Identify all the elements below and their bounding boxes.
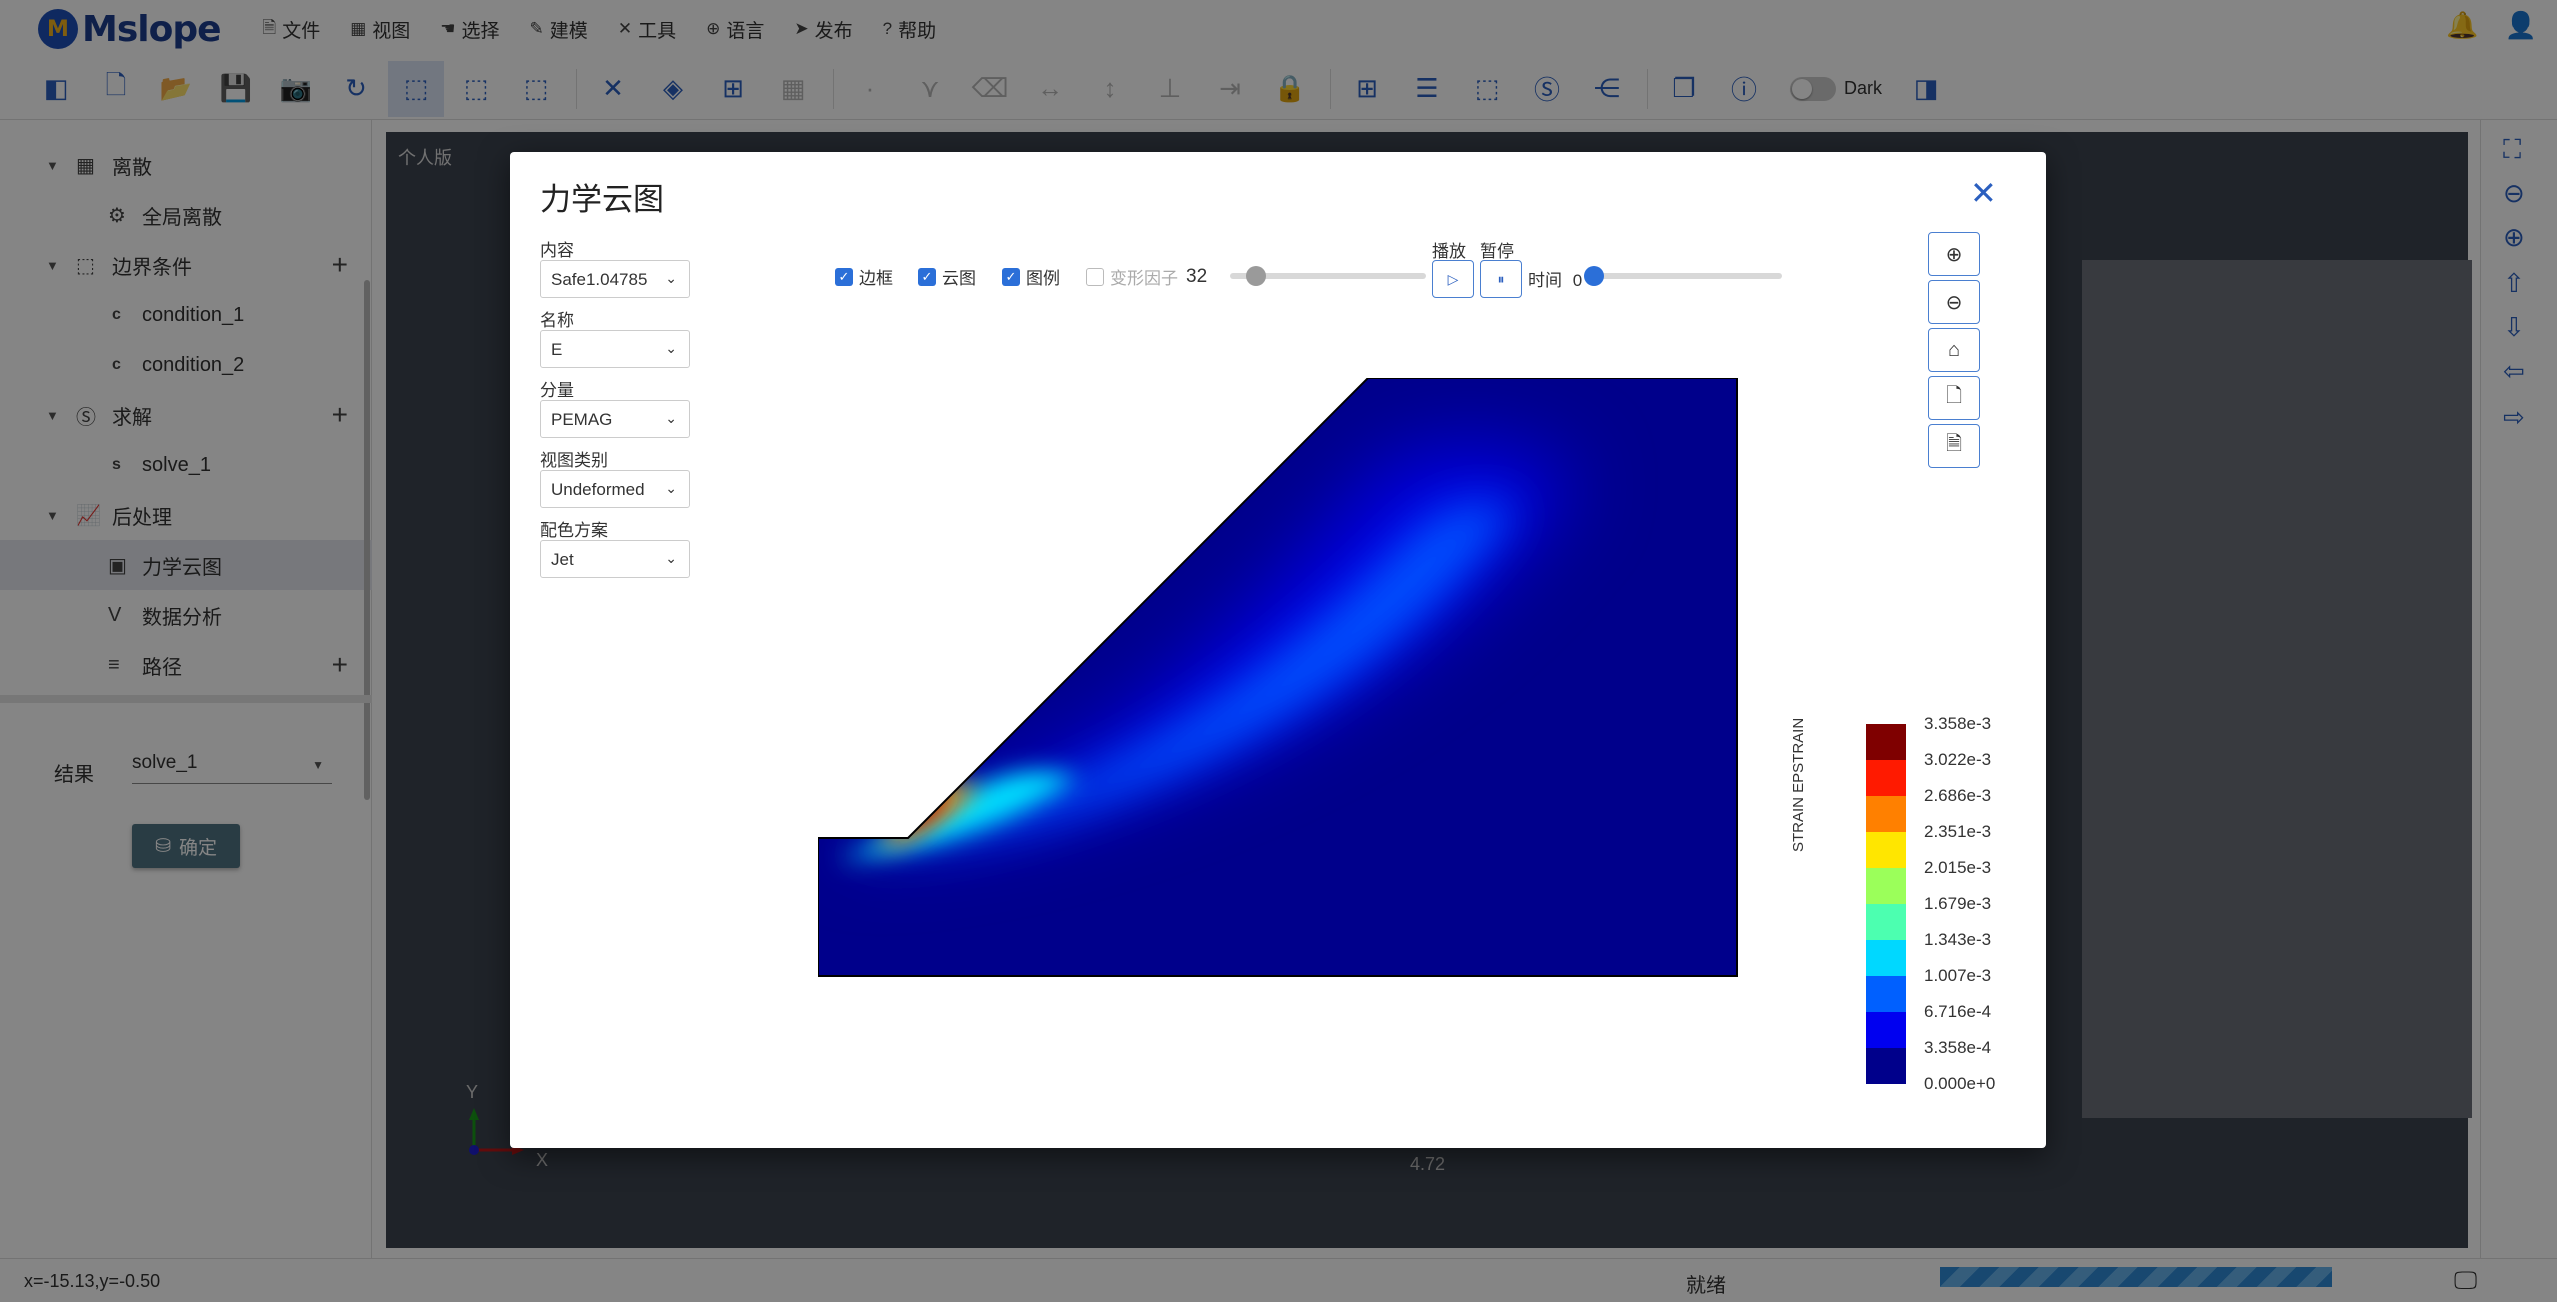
legend-checkbox[interactable]: ✓ 图例 — [1002, 264, 1060, 289]
chevron-down-icon: ⌄ — [665, 270, 677, 286]
legend-tick-label: 1.679e-3 — [1924, 894, 1992, 913]
deform-factor-slider[interactable] — [1230, 266, 1426, 286]
app-window: M Mslope 🗎 文件 ▦ 视图 ☚ 选择 ✎ 建模 ✕ 工具 ⊕ 语言 ➤ 发布 ? 帮助… — [0, 0, 2557, 1302]
legend-tick-label: 3.358e-3 — [1924, 714, 1992, 733]
legend-swatch — [1866, 724, 1906, 760]
chevron-down-icon: ⌄ — [665, 480, 677, 496]
time-label: 时间 0 — [1528, 266, 1582, 291]
frame-checkbox[interactable]: ✓ 边框 — [835, 264, 893, 289]
color-scheme-select-value: Jet — [551, 550, 574, 569]
frame-checkbox-label: 边框 — [859, 269, 893, 288]
view-type-select[interactable]: Undeformed ⌄ — [540, 470, 690, 508]
export-file-icon[interactable]: 🗋 — [1928, 376, 1980, 420]
content-label: 内容 — [540, 241, 574, 260]
legend-tick-label: 1.007e-3 — [1924, 966, 1992, 985]
component-select-value: PEMAG — [551, 410, 613, 429]
legend-swatch — [1866, 1012, 1906, 1048]
content-select-value: Safe1.04785 — [551, 270, 648, 289]
legend-title: STRAIN EPSTRAIN — [1790, 717, 1807, 852]
name-select[interactable]: E ⌄ — [540, 330, 690, 368]
legend-tick-label: 2.015e-3 — [1924, 858, 1992, 877]
time-slider[interactable] — [1584, 266, 1782, 286]
play-label: 播放 — [1432, 242, 1466, 261]
legend-tick-label: 2.686e-3 — [1924, 786, 1992, 805]
pause-icon: ⏸ — [1497, 270, 1505, 287]
contour-checkbox-label: 云图 — [942, 269, 976, 288]
color-scheme-select[interactable]: Jet ⌄ — [540, 540, 690, 578]
name-label: 名称 — [540, 311, 574, 330]
legend-swatch — [1866, 796, 1906, 832]
zoom-in-icon[interactable]: ⊕ — [1928, 232, 1980, 276]
deform-factor-value: 32 — [1186, 265, 1208, 287]
contour-plot[interactable] — [818, 378, 1742, 982]
time-slider-thumb[interactable] — [1584, 266, 1604, 286]
legend-tick-label: 1.343e-3 — [1924, 930, 1992, 949]
content-select[interactable]: Safe1.04785 ⌄ — [540, 260, 690, 298]
home-icon[interactable]: ⌂ — [1928, 328, 1980, 372]
legend-swatch — [1866, 904, 1906, 940]
deform-factor-checkbox[interactable]: 变形因子 32 — [1086, 264, 1207, 289]
deform-slider-thumb[interactable] — [1246, 266, 1266, 286]
checkbox-checked-icon: ✓ — [918, 267, 936, 286]
chevron-down-icon: ⌄ — [665, 340, 677, 356]
legend-swatch — [1866, 868, 1906, 904]
legend-colorbar — [1866, 724, 1906, 1084]
legend-tick-label: 0.000e+0 — [1924, 1074, 1996, 1093]
legend-swatch — [1866, 1048, 1906, 1084]
plot-tools: ⊕ ⊖ ⌂ 🗋 🗎 — [1928, 232, 1980, 472]
pause-label: 暂停 — [1480, 242, 1514, 261]
name-select-value: E — [551, 340, 563, 359]
legend-checkbox-label: 图例 — [1026, 269, 1060, 288]
view-type-label: 视图类别 — [540, 451, 608, 470]
play-button[interactable]: ▷ — [1432, 260, 1474, 298]
download-file-icon[interactable]: 🗎 — [1928, 424, 1980, 468]
legend-tick-label: 2.351e-3 — [1924, 822, 1992, 841]
legend-swatch — [1866, 760, 1906, 796]
deform-factor-label: 变形因子 — [1110, 269, 1178, 288]
chevron-down-icon: ⌄ — [665, 550, 677, 566]
contour-dialog: 力学云图 ✕ 内容 Safe1.04785 ⌄ 名称 E ⌄ 分量 PEMAG … — [510, 152, 2046, 1148]
component-select[interactable]: PEMAG ⌄ — [540, 400, 690, 438]
checkbox-unchecked-icon — [1086, 267, 1104, 286]
contour-checkbox[interactable]: ✓ 云图 — [918, 264, 976, 289]
time-label-text: 时间 — [1528, 271, 1562, 290]
view-type-select-value: Undeformed — [551, 480, 645, 499]
component-label: 分量 — [540, 381, 574, 400]
dialog-title: 力学云图 — [540, 182, 664, 217]
legend-swatch — [1866, 940, 1906, 976]
legend-swatch — [1866, 832, 1906, 868]
color-scheme-label: 配色方案 — [540, 521, 608, 540]
close-icon[interactable]: ✕ — [1970, 174, 1997, 212]
legend-tick-label: 6.716e-4 — [1924, 1002, 1992, 1021]
legend-tick-label: 3.358e-4 — [1924, 1038, 1992, 1057]
chevron-down-icon: ⌄ — [665, 410, 677, 426]
zoom-out-icon[interactable]: ⊖ — [1928, 280, 1980, 324]
checkbox-checked-icon: ✓ — [835, 267, 853, 286]
legend-swatch — [1866, 976, 1906, 1012]
pause-button[interactable]: ⏸ — [1480, 260, 1522, 298]
play-icon: ▷ — [1447, 270, 1459, 287]
checkbox-checked-icon: ✓ — [1002, 267, 1020, 286]
legend-tick-label: 3.022e-3 — [1924, 750, 1992, 769]
time-value: 0 — [1572, 271, 1583, 290]
